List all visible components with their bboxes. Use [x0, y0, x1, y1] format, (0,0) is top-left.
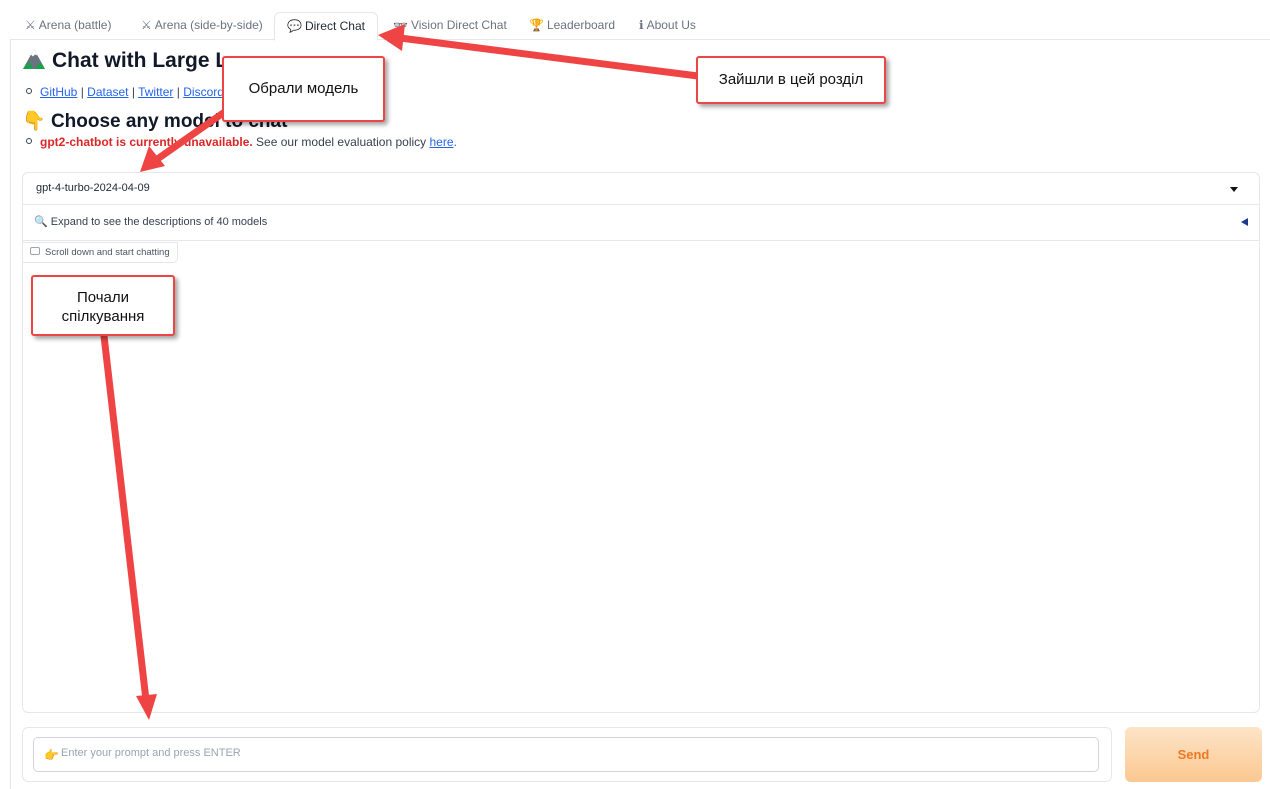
pointing-down-icon: 👇 [22, 111, 46, 132]
send-button[interactable]: Send [1125, 727, 1262, 782]
glasses-icon: 👓 [393, 18, 408, 32]
prompt-input[interactable] [33, 737, 1099, 772]
tab-arena-side-by-side[interactable]: ⚔ Arena (side-by-side) [141, 12, 263, 38]
tab-bar: ⚔ Arena (battle) ⚔ Arena (side-by-side) 💬 D… [10, 12, 1270, 41]
expand-arrow-icon[interactable] [1241, 218, 1248, 226]
tab-leaderboard[interactable]: 🏆 Leaderboard [529, 12, 615, 38]
link-policy[interactable]: here [430, 135, 454, 149]
crossed-swords-icon: ⚔ [25, 18, 36, 32]
trophy-icon: 🏆 [529, 18, 544, 32]
tab-arena-battle[interactable]: ⚔ Arena (battle) [25, 12, 111, 38]
page-title: Chat with Large L [22, 48, 228, 73]
tab-about-us[interactable]: ℹ About Us [639, 12, 696, 38]
link-twitter[interactable]: Twitter [138, 85, 173, 99]
chatbot-label: Scroll down and start chatting [22, 242, 178, 263]
links-list: GitHub | Dataset | Twitter | Discord [26, 85, 224, 99]
annotation-chat: Почали спілкування [31, 275, 175, 336]
model-descriptions-accordion[interactable]: 🔍 Expand to see the descriptions of 40 m… [22, 205, 1260, 241]
prompt-container: 👉 [22, 727, 1112, 782]
link-github[interactable]: GitHub [40, 85, 77, 99]
availability-notice: gpt2-chatbot is currently unavailable. S… [26, 135, 457, 149]
model-select-value: gpt-4-turbo-2024-04-09 [36, 182, 150, 194]
tab-vision-direct-chat[interactable]: 👓 Vision Direct Chat [393, 12, 507, 38]
chat-icon [30, 247, 40, 255]
bullet-icon [26, 88, 32, 94]
info-icon: ℹ [639, 18, 644, 32]
speech-bubble-icon: 💬 [287, 19, 302, 33]
link-dataset[interactable]: Dataset [87, 85, 128, 99]
annotation-model: Обрали модель [222, 56, 385, 122]
annotation-section: Зайшли в цей розділ [696, 56, 886, 104]
magnifier-icon: 🔍 [34, 216, 48, 228]
mountain-icon [23, 49, 45, 69]
chat-area[interactable] [22, 241, 1260, 713]
chevron-down-icon[interactable] [1230, 187, 1238, 192]
link-discord[interactable]: Discord [183, 85, 224, 99]
model-select[interactable]: gpt-4-turbo-2024-04-09 [22, 172, 1260, 205]
bullet-icon [26, 138, 32, 144]
pointing-hand-icon: 👉 [44, 748, 59, 762]
tab-direct-chat[interactable]: 💬 Direct Chat [274, 12, 378, 41]
crossed-swords-icon: ⚔ [141, 18, 152, 32]
